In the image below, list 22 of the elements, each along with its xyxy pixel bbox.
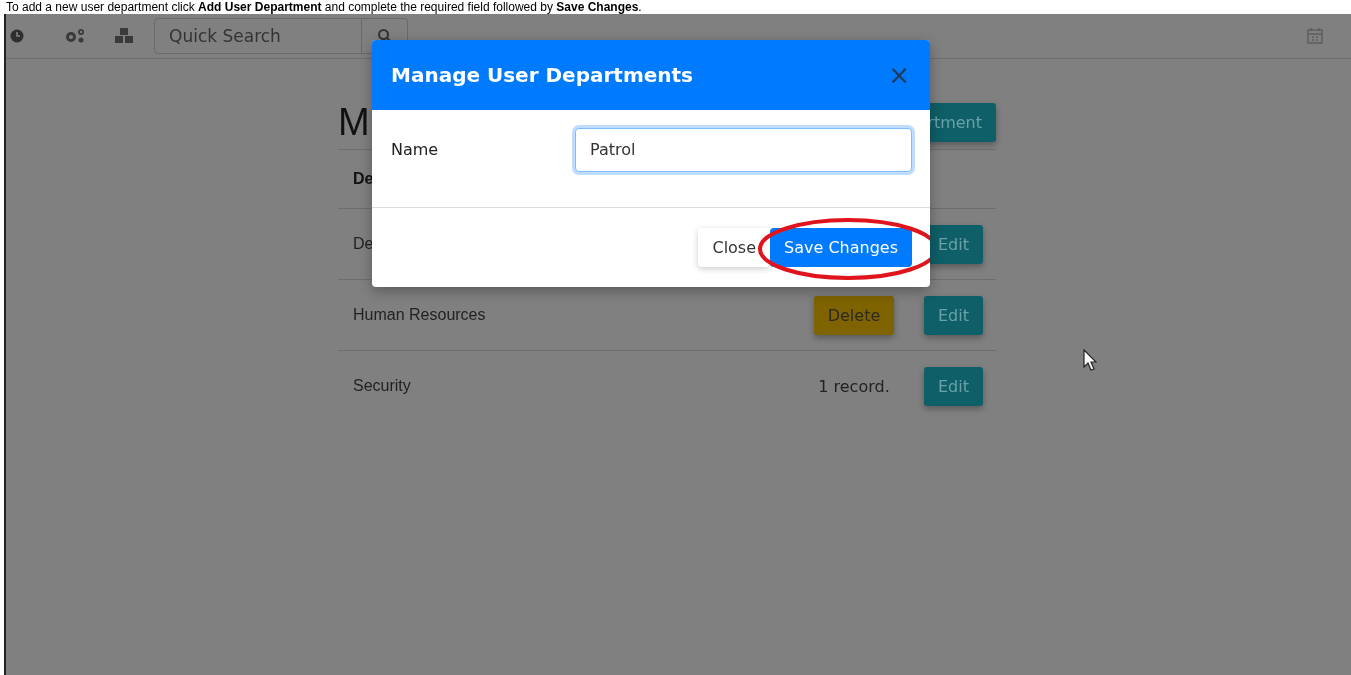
search-field[interactable]: Quick Search	[154, 18, 362, 54]
mouse-cursor-icon	[1083, 349, 1097, 371]
edit-button[interactable]: Edit	[924, 366, 983, 406]
modal-title: Manage User Departments	[391, 63, 694, 87]
edit-button[interactable]: Edit	[924, 295, 983, 335]
record-count: 1 record.	[818, 376, 890, 396]
cubes-icon[interactable]	[114, 27, 134, 45]
close-button[interactable]: ×	[886, 62, 912, 88]
department-name: De	[353, 235, 374, 253]
department-name: Security	[353, 377, 411, 395]
calendar-icon[interactable]	[1307, 28, 1323, 44]
department-name: Human Resources	[353, 306, 486, 324]
clock-icon[interactable]	[10, 29, 24, 43]
close-dialog-button[interactable]: Close	[698, 227, 771, 267]
save-changes-button[interactable]: Save Changes	[770, 227, 912, 267]
field-label: Name	[391, 140, 440, 159]
delete-button[interactable]: Delete	[813, 295, 895, 335]
name-input-field[interactable]: Patrol	[575, 127, 912, 172]
gears-icon[interactable]	[64, 28, 86, 44]
page-heading: M	[338, 100, 370, 144]
instruction-text: To add a new user department click Add User Department and complete the required field followed by Save Changes.	[5, 0, 643, 14]
column-header: De	[353, 170, 374, 188]
